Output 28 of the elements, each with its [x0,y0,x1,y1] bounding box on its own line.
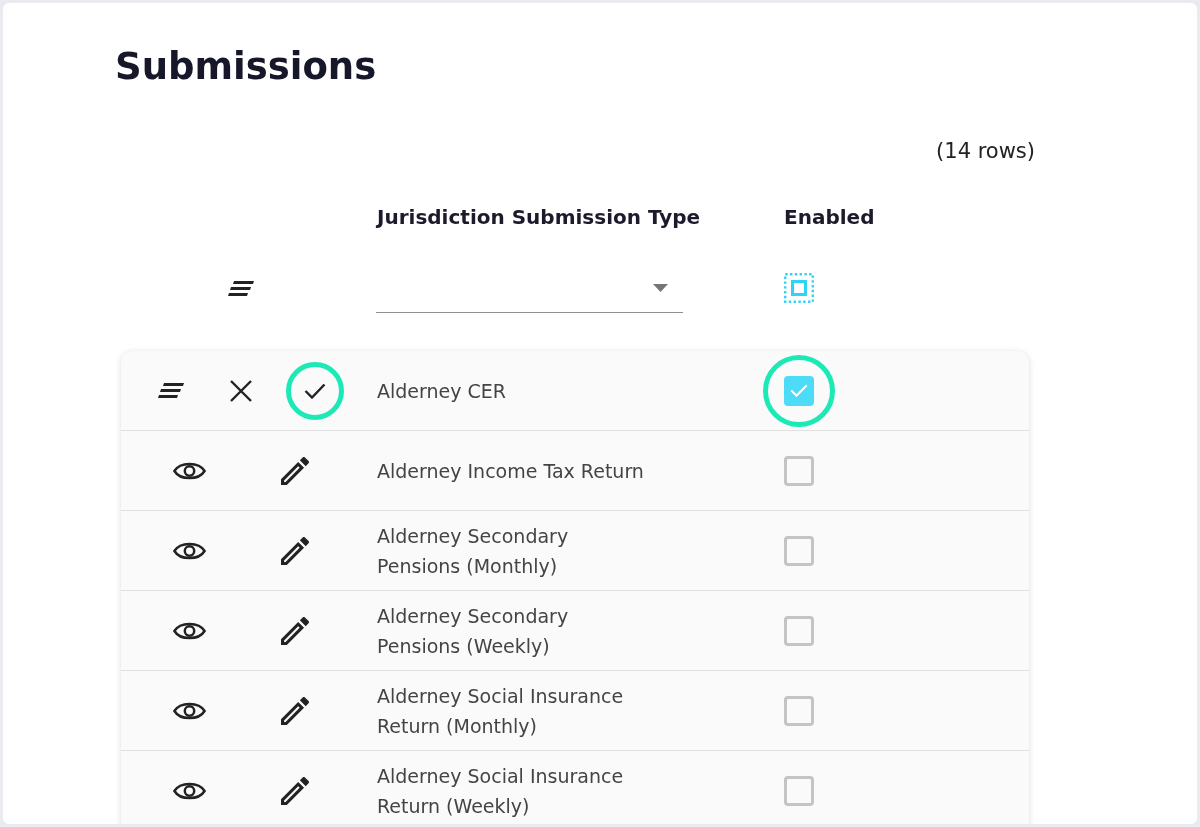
submission-name: Alderney Income Tax Return [377,458,644,484]
enabled-checkbox[interactable] [784,535,814,566]
submission-name: Alderney Social Insurance Return (Weekly) [377,763,625,819]
caret-icon [653,283,668,292]
pencil-icon [281,456,309,485]
row-count: (14 rows) [936,138,1035,165]
enabled-checkbox[interactable] [784,455,814,486]
check-icon [790,384,808,397]
page-title: Submissions [115,44,377,90]
submission-name: Alderney Secondary Pensions (Monthly) [377,523,570,579]
column-header: Enabled [784,204,875,231]
enabled-checkbox[interactable] [784,375,814,406]
lines-icon [158,383,184,398]
check-icon [304,382,326,399]
enabled-checkbox[interactable] [784,775,814,806]
pencil-icon [281,696,309,725]
submission-name: Alderney CER [377,378,506,404]
enabled-checkbox[interactable] [784,615,814,646]
pencil-icon [281,776,309,805]
lines-icon [228,280,254,296]
column-header: Jurisdiction Submission Type [377,204,701,231]
pencil-icon [281,616,309,645]
close-icon [230,379,252,402]
submission-name: Alderney Secondary Pensions (Weekly) [377,603,570,659]
enabled-checkbox[interactable] [784,695,814,726]
dotted-square-icon[interactable] [784,273,814,303]
submission-name: Alderney Social Insurance Return (Monthly) [377,683,625,739]
pencil-icon [281,536,309,565]
